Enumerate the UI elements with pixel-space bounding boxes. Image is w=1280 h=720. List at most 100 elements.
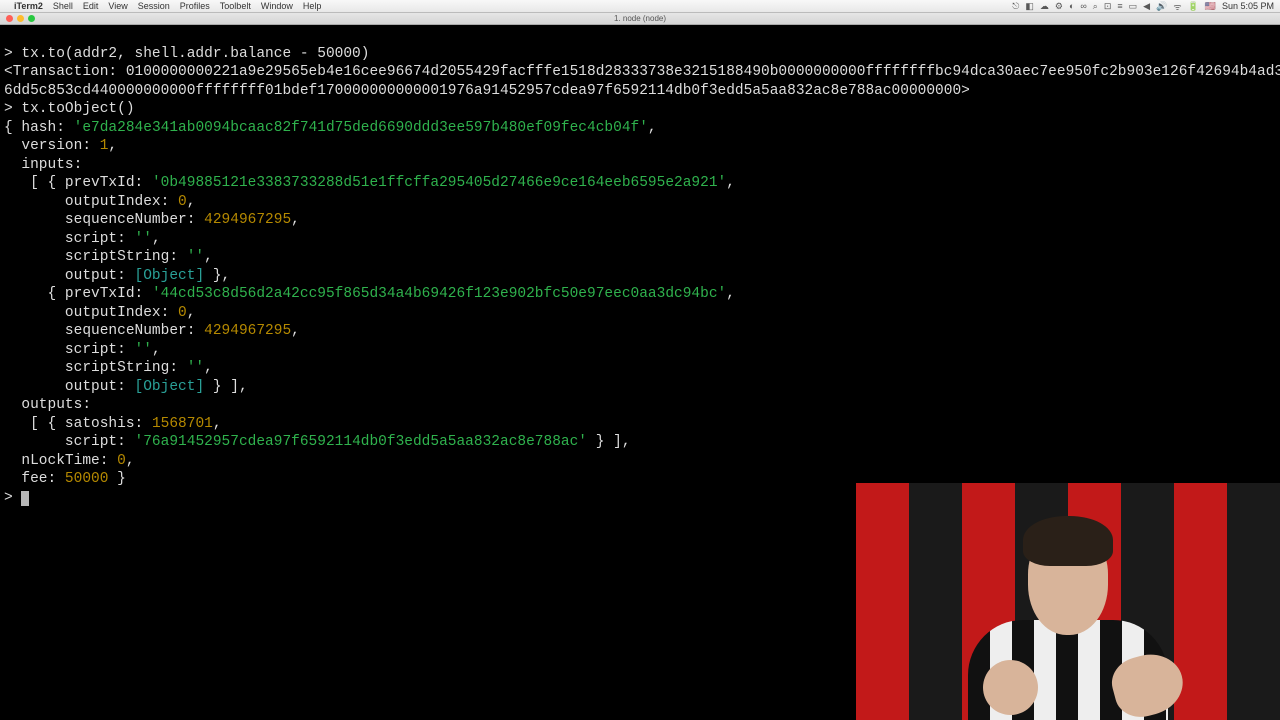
- output-text: ,: [291, 212, 300, 228]
- output-text: }: [108, 471, 125, 487]
- wifi-icon[interactable]: ᯤ: [1173, 0, 1181, 13]
- output-string: '': [135, 231, 152, 247]
- output-text: ,: [648, 120, 657, 136]
- output-key: script:: [4, 434, 135, 450]
- menu-toolbelt[interactable]: Toolbelt: [220, 1, 251, 11]
- prompt: >: [4, 490, 21, 506]
- output-number: 1568701: [152, 416, 213, 432]
- menu-edit[interactable]: Edit: [83, 1, 99, 11]
- menu-view[interactable]: View: [108, 1, 127, 11]
- prompt: >: [4, 101, 13, 117]
- output-key: outputIndex:: [4, 194, 178, 210]
- output-number: 4294967295: [204, 323, 291, 339]
- status-icon[interactable]: ⌕: [1093, 1, 1098, 12]
- menu-shell[interactable]: Shell: [53, 1, 73, 11]
- output-key: output:: [4, 379, 135, 395]
- battery-icon[interactable]: 🔋: [1188, 1, 1199, 12]
- output-text: ,: [213, 416, 222, 432]
- status-icon[interactable]: ☁: [1040, 1, 1049, 12]
- status-icon[interactable]: ∞: [1080, 1, 1086, 11]
- menu-profiles[interactable]: Profiles: [180, 1, 210, 11]
- output-text: ,: [152, 231, 161, 247]
- output-key: fee:: [4, 471, 65, 487]
- output-text: ,: [204, 249, 213, 265]
- status-icon[interactable]: ◀: [1143, 1, 1150, 12]
- output-string: '44cd53c8d56d2a42cc95f865d34a4b69426f123…: [152, 286, 726, 302]
- terminal-output[interactable]: > tx.to(addr2, shell.addr.balance - 5000…: [0, 25, 1280, 508]
- output-object: [Object]: [135, 379, 205, 395]
- output-number: 50000: [65, 471, 109, 487]
- traffic-lights: [6, 15, 35, 22]
- output-key: { prevTxId:: [4, 286, 152, 302]
- output-string: '76a91452957cdea97f6592114db0f3edd5a5aa8…: [135, 434, 587, 450]
- menubar-clock[interactable]: Sun 5:05 PM: [1222, 1, 1274, 11]
- status-icon[interactable]: ≡: [1117, 1, 1122, 11]
- output-key: outputs:: [4, 397, 91, 413]
- output-text: ,: [187, 194, 196, 210]
- output-text: ,: [108, 138, 117, 154]
- menu-window[interactable]: Window: [261, 1, 293, 11]
- output-string: '': [135, 342, 152, 358]
- output-object: [Object]: [135, 268, 205, 284]
- output-key: version:: [4, 138, 100, 154]
- minimize-button[interactable]: [17, 15, 24, 22]
- output-key: [ { satoshis:: [4, 416, 152, 432]
- status-icon[interactable]: ⊡: [1104, 1, 1112, 12]
- output-key: output:: [4, 268, 135, 284]
- output-key: sequenceNumber:: [4, 323, 204, 339]
- output-string: '': [187, 360, 204, 376]
- output-key: [ { prevTxId:: [4, 175, 152, 191]
- output-key: outputIndex:: [4, 305, 178, 321]
- output-key: scriptString:: [4, 360, 187, 376]
- output-number: 0: [178, 194, 187, 210]
- status-icon[interactable]: ◧: [1025, 1, 1034, 12]
- app-name[interactable]: iTerm2: [14, 1, 43, 11]
- menu-help[interactable]: Help: [303, 1, 322, 11]
- output-text: <Transaction:: [4, 64, 126, 80]
- input-flag-icon[interactable]: 🇺🇸: [1205, 1, 1216, 12]
- close-button[interactable]: [6, 15, 13, 22]
- output-string: 'e7da284e341ab0094bcaac82f741d75ded6690d…: [74, 120, 648, 136]
- status-icon[interactable]: ⎋: [1012, 1, 1019, 12]
- status-icon[interactable]: ◐: [1069, 1, 1074, 11]
- menubar-status-area: ⎋ ◧ ☁ ⚙ ◐ ∞ ⌕ ⊡ ≡ ▭ ◀ 🔊 ᯤ 🔋 🇺🇸 Sun 5:05 …: [1012, 0, 1274, 13]
- output-number: 0: [178, 305, 187, 321]
- output-key: { hash:: [4, 120, 74, 136]
- window-title-bar[interactable]: 1. node (node): [0, 13, 1280, 25]
- output-number: 0: [117, 453, 126, 469]
- output-text: ,: [152, 342, 161, 358]
- output-string: '': [187, 249, 204, 265]
- output-text: ,: [726, 286, 735, 302]
- output-text: },: [204, 268, 230, 284]
- output-text: } ],: [587, 434, 631, 450]
- output-text: ,: [291, 323, 300, 339]
- command-text: tx.toObject(): [13, 101, 135, 117]
- output-string: '0b49885121e3383733288d51e1ffcffa295405d…: [152, 175, 726, 191]
- zoom-button[interactable]: [28, 15, 35, 22]
- status-icon[interactable]: ▭: [1129, 1, 1138, 12]
- status-icon[interactable]: ⚙: [1055, 1, 1063, 12]
- output-number: 4294967295: [204, 212, 291, 228]
- output-key: inputs:: [4, 157, 82, 173]
- output-key: script:: [4, 342, 135, 358]
- macos-menubar: iTerm2 Shell Edit View Session Profiles …: [0, 0, 1280, 13]
- output-text: ,: [726, 175, 735, 191]
- output-key: sequenceNumber:: [4, 212, 204, 228]
- terminal-cursor: [21, 491, 29, 506]
- output-text: ,: [187, 305, 196, 321]
- output-text: 6dd5c853cd440000000000ffffffff01bdef1700…: [4, 83, 970, 99]
- output-text: ,: [126, 453, 135, 469]
- webcam-overlay: [856, 483, 1280, 720]
- output-key: script:: [4, 231, 135, 247]
- window-title: 1. node (node): [614, 14, 666, 23]
- command-text: tx.to(addr2, shell.addr.balance - 50000): [13, 46, 370, 62]
- output-key: nLockTime:: [4, 453, 117, 469]
- presenter-person: [943, 520, 1193, 720]
- output-text: 0100000000221a9e29565eb4e16cee96674d2055…: [126, 64, 1280, 80]
- output-text: } ],: [204, 379, 248, 395]
- menu-session[interactable]: Session: [138, 1, 170, 11]
- output-key: scriptString:: [4, 249, 187, 265]
- output-text: ,: [204, 360, 213, 376]
- prompt: >: [4, 46, 13, 62]
- volume-icon[interactable]: 🔊: [1156, 1, 1167, 12]
